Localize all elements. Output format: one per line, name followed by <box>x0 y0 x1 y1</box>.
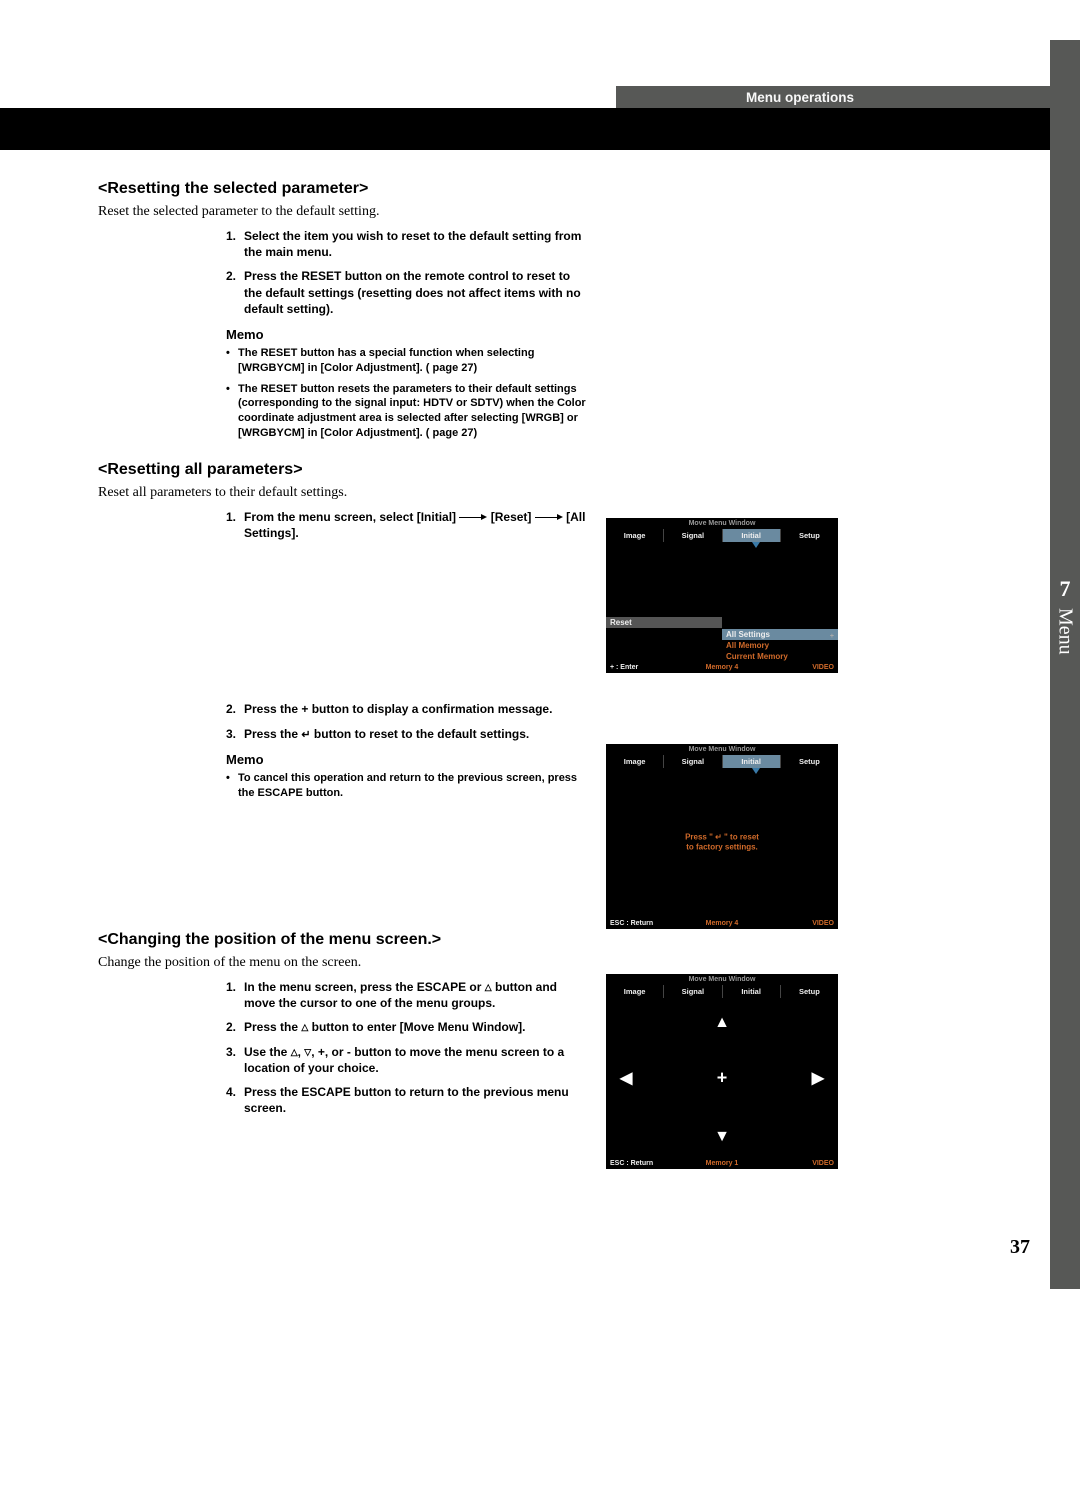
osd-opt-allmemory: All Memory <box>722 640 838 651</box>
memo-item: The RESET button has a special function … <box>226 346 596 376</box>
osd-opt-currentmemory: Current Memory <box>722 651 838 662</box>
arrow-icon <box>459 514 487 521</box>
osd-reset-label: Reset <box>606 617 722 628</box>
osd-move-bar: Move Menu Window <box>606 974 838 985</box>
osd-opt-allsettings: All Settings <box>722 629 838 640</box>
osd-tabs: Image Signal Initial Setup <box>606 755 838 768</box>
header-side-gap <box>1050 108 1080 150</box>
sec3-intro: Change the position of the menu on the s… <box>98 955 838 971</box>
step-item: 1. In the menu screen, press the ESCAPE … <box>226 979 586 1011</box>
osd-tab-initial: Initial <box>723 755 781 768</box>
sec2-intro: Reset all parameters to their default se… <box>98 485 838 501</box>
sec1-intro: Reset the selected parameter to the defa… <box>98 204 838 220</box>
osd-tab-setup: Setup <box>781 529 838 542</box>
osd-video-label: VIDEO <box>761 1158 838 1169</box>
sec3-title: <Changing the position of the menu scree… <box>98 931 838 949</box>
nav-down-icon: ▼ <box>714 1128 730 1146</box>
section-label: Menu operations <box>746 90 854 105</box>
nav-left-icon: ◀ <box>620 1068 632 1088</box>
osd-tab-signal: Signal <box>664 529 722 542</box>
osd-move-bar: Move Menu Window <box>606 518 838 529</box>
memo-item: To cancel this operation and return to t… <box>226 771 596 801</box>
osd-tabs: Image Signal Initial Setup <box>606 985 838 998</box>
osd-video-label: VIDEO <box>761 662 838 673</box>
nav-up-icon: ▲ <box>714 1014 730 1032</box>
chapter-word: Menu <box>1054 608 1077 655</box>
osd-tab-image: Image <box>606 985 664 998</box>
nav-right-icon: ▶ <box>812 1068 824 1088</box>
osd-tab-image: Image <box>606 755 664 768</box>
triangle-up-icon: △ <box>291 1047 298 1057</box>
osd-hint-esc: ESC : Return <box>606 1158 683 1169</box>
step-item: 4.Press the ESCAPE button to return to t… <box>226 1084 586 1116</box>
osd-memory-label: Memory 1 <box>683 1158 760 1169</box>
step-item: 1.Select the item you wish to reset to t… <box>226 228 586 260</box>
osd-hint-enter: + : Enter <box>606 662 683 673</box>
osd-pointer-down-icon <box>752 542 760 548</box>
osd-video-label: VIDEO <box>761 918 838 929</box>
osd-tabs: Image Signal Initial Setup <box>606 529 838 542</box>
osd-tab-initial: Initial <box>723 985 781 998</box>
osd-confirm-text: Press " ↵ " to reset to factory settings… <box>685 833 759 854</box>
osd-memory-label: Memory 4 <box>683 918 760 929</box>
osd-tab-setup: Setup <box>781 755 838 768</box>
osd-pointer-down-icon <box>752 768 760 774</box>
sec1-title: <Resetting the selected parameter> <box>98 180 838 198</box>
header-black-bar <box>0 108 1050 150</box>
triangle-up-icon: △ <box>485 982 492 992</box>
chapter-number: 7 <box>1052 576 1078 602</box>
osd-tab-setup: Setup <box>781 985 838 998</box>
chapter-side-tab <box>1050 40 1080 1289</box>
osd-tab-initial: Initial <box>723 529 781 542</box>
osd-tab-signal: Signal <box>664 985 722 998</box>
osd-memory-label: Memory 4 <box>683 662 760 673</box>
osd-screenshot-3: Move Menu Window Image Signal Initial Se… <box>606 974 838 1169</box>
osd-screenshot-2: Move Menu Window Image Signal Initial Se… <box>606 744 838 929</box>
memo-heading: Memo <box>226 327 838 342</box>
sec2-title: <Resetting all parameters> <box>98 461 838 479</box>
arrow-icon <box>535 514 563 521</box>
memo-item: The RESET button resets the parameters t… <box>226 382 596 441</box>
osd-screenshot-1: Move Menu Window Image Signal Initial Se… <box>606 518 838 673</box>
enter-icon: ↵ <box>301 729 310 741</box>
step-item: 2. Press the △ button to enter [Move Men… <box>226 1019 586 1035</box>
osd-plus-icon: + <box>830 633 834 640</box>
chapter-label: 7 Menu <box>1052 576 1078 660</box>
step-item: 2.Press the RESET button on the remote c… <box>226 268 586 317</box>
nav-center-plus-icon: + <box>717 1068 728 1089</box>
osd-tab-image: Image <box>606 529 664 542</box>
page-header: Menu operations <box>616 86 1080 108</box>
step-item: 1. From the menu screen, select [Initial… <box>226 509 586 541</box>
osd-hint-esc: ESC : Return <box>606 918 683 929</box>
step-item: 3. Use the △, ▽, +, or - button to move … <box>226 1044 586 1076</box>
step-item: 3. Press the ↵ button to reset to the de… <box>226 726 586 743</box>
osd-tab-signal: Signal <box>664 755 722 768</box>
osd-move-bar: Move Menu Window <box>606 744 838 755</box>
step-item: 2.Press the + button to display a confir… <box>226 701 586 717</box>
page-number: 37 <box>1010 1236 1030 1259</box>
